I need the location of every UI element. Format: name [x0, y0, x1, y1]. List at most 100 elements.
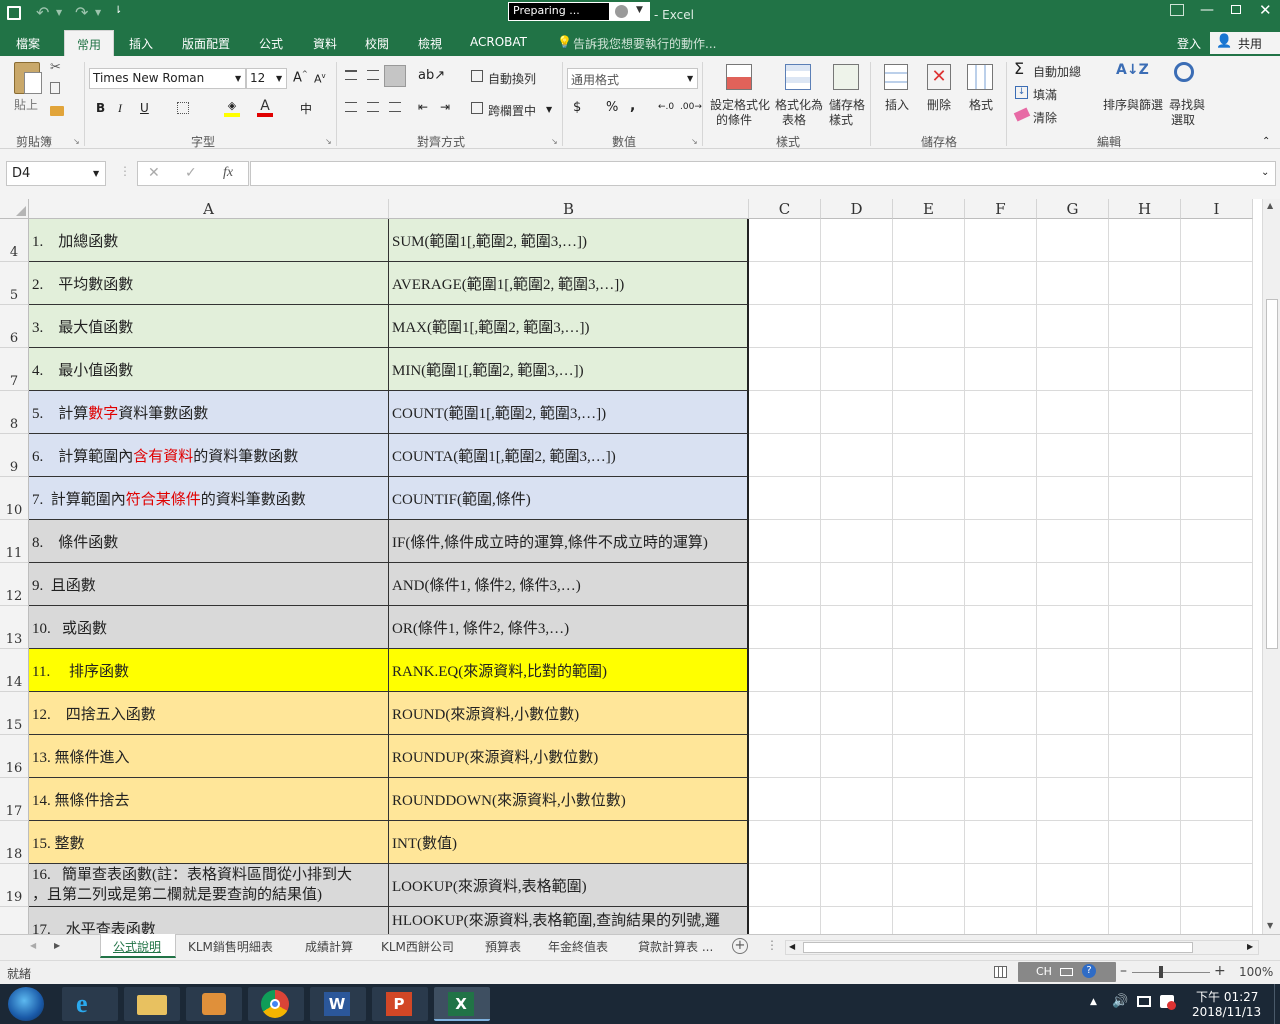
- zoom-level[interactable]: 100%: [1239, 965, 1273, 979]
- cell-a[interactable]: 1. 加總函數: [29, 219, 389, 262]
- sort-filter-button[interactable]: 排序與篩選: [1103, 96, 1163, 113]
- cell-empty[interactable]: [1181, 606, 1253, 649]
- cell-empty[interactable]: [965, 864, 1037, 907]
- row-header[interactable]: 6: [0, 305, 29, 348]
- comma-icon[interactable]: ,: [630, 98, 635, 114]
- column-header-e[interactable]: E: [893, 199, 965, 219]
- cell-b[interactable]: HLOOKUP(來源資料,表格範圍,查詢結果的列號,邏: [389, 907, 749, 934]
- clipboard-launcher-icon[interactable]: ↘: [73, 137, 80, 146]
- cell-a[interactable]: 7. 計算範圍內符合某條件的資料筆數函數: [29, 477, 389, 520]
- cell-empty[interactable]: [893, 907, 965, 934]
- cell-empty[interactable]: [965, 219, 1037, 262]
- redo-icon[interactable]: ↷: [75, 3, 88, 22]
- cell-empty[interactable]: [1037, 262, 1109, 305]
- cell-a[interactable]: 13. 無條件進入: [29, 735, 389, 778]
- cell-empty[interactable]: [749, 305, 821, 348]
- cell-empty[interactable]: [1037, 520, 1109, 563]
- cell-a[interactable]: 15. 整數: [29, 821, 389, 864]
- zoom-in-icon[interactable]: +: [1214, 963, 1226, 979]
- clear-button[interactable]: 清除: [1033, 109, 1057, 126]
- zoom-slider-track[interactable]: [1132, 972, 1210, 973]
- cell-empty[interactable]: [1181, 563, 1253, 606]
- cell-empty[interactable]: [821, 735, 893, 778]
- cell-empty[interactable]: [749, 262, 821, 305]
- sheet-tab[interactable]: 貸款計算表 ...: [638, 938, 713, 955]
- increase-decimal-icon[interactable]: ←.0: [658, 102, 674, 112]
- help-icon[interactable]: ?: [1082, 964, 1096, 978]
- cell-empty[interactable]: [821, 563, 893, 606]
- phonetic-icon[interactable]: 中: [300, 100, 312, 117]
- format-cells-icon[interactable]: [967, 64, 993, 90]
- cell-empty[interactable]: [965, 348, 1037, 391]
- cell-a[interactable]: 9. 且函數: [29, 563, 389, 606]
- cell-empty[interactable]: [1181, 219, 1253, 262]
- cell-a[interactable]: 11. 排序函數: [29, 649, 389, 692]
- cell-empty[interactable]: [965, 477, 1037, 520]
- row-header[interactable]: 16: [0, 735, 29, 778]
- row-header[interactable]: 15: [0, 692, 29, 735]
- cell-empty[interactable]: [965, 391, 1037, 434]
- cell-empty[interactable]: [893, 778, 965, 821]
- tab-view[interactable]: 檢視: [418, 35, 442, 52]
- restore-icon[interactable]: [1231, 5, 1241, 14]
- cell-empty[interactable]: [1109, 778, 1181, 821]
- column-header-f[interactable]: F: [965, 199, 1037, 219]
- split-dots-icon[interactable]: ⋮: [766, 938, 778, 952]
- cell-empty[interactable]: [965, 563, 1037, 606]
- underline-icon[interactable]: U: [140, 101, 149, 115]
- number-launcher-icon[interactable]: ↘: [691, 137, 698, 146]
- cut-icon[interactable]: ✂: [50, 60, 61, 75]
- sheet-tab[interactable]: KLM銷售明細表: [188, 938, 273, 955]
- italic-icon[interactable]: I: [118, 101, 122, 116]
- normal-view-icon[interactable]: [994, 966, 1007, 978]
- tray-expand-icon[interactable]: ▲: [1090, 997, 1097, 1007]
- cell-empty[interactable]: [965, 692, 1037, 735]
- cell-empty[interactable]: [1109, 477, 1181, 520]
- eraser-icon[interactable]: [1013, 107, 1031, 122]
- delete-cells-icon[interactable]: ✕: [927, 64, 951, 90]
- cell-b[interactable]: COUNT(範圍1[,範圍2, 範圍3,…]): [389, 391, 749, 434]
- row-header[interactable]: 8: [0, 391, 29, 434]
- cell-empty[interactable]: [749, 692, 821, 735]
- cell-b[interactable]: INT(數值): [389, 821, 749, 864]
- font-name-select[interactable]: Times New Roman ▼: [89, 68, 246, 89]
- cell-empty[interactable]: [893, 391, 965, 434]
- cell-b[interactable]: ROUNDDOWN(來源資料,小數位數): [389, 778, 749, 821]
- cell-empty[interactable]: [1037, 821, 1109, 864]
- tab-insert[interactable]: 插入: [129, 35, 153, 52]
- tell-me-search[interactable]: 告訴我您想要執行的動作...: [573, 35, 716, 52]
- row-header[interactable]: 17: [0, 778, 29, 821]
- merge-center-icon[interactable]: [471, 102, 483, 114]
- cell-empty[interactable]: [1109, 907, 1181, 934]
- cell-empty[interactable]: [965, 606, 1037, 649]
- clock-time[interactable]: 下午 01:27: [1196, 988, 1258, 1005]
- cell-empty[interactable]: [749, 520, 821, 563]
- row-header[interactable]: 13: [0, 606, 29, 649]
- cell-empty[interactable]: [1109, 391, 1181, 434]
- tab-acrobat[interactable]: ACROBAT: [470, 35, 527, 49]
- scroll-thumb[interactable]: [1266, 299, 1278, 649]
- column-header-d[interactable]: D: [821, 199, 893, 219]
- cell-empty[interactable]: [1109, 692, 1181, 735]
- cell-empty[interactable]: [1037, 778, 1109, 821]
- clock-date[interactable]: 2018/11/13: [1192, 1005, 1261, 1019]
- sheet-tab-active[interactable]: 公式說明: [100, 934, 176, 958]
- cell-a[interactable]: 10. 或函數: [29, 606, 389, 649]
- cell-empty[interactable]: [965, 520, 1037, 563]
- number-format-select[interactable]: 通用格式 ▼: [567, 68, 698, 89]
- close-icon[interactable]: ✕: [1259, 1, 1272, 19]
- tab-file[interactable]: 檔案: [16, 35, 40, 52]
- conditional-format-icon[interactable]: [726, 64, 752, 90]
- bold-icon[interactable]: B: [96, 101, 105, 115]
- cell-empty[interactable]: [965, 778, 1037, 821]
- cell-empty[interactable]: [893, 219, 965, 262]
- cell-a[interactable]: 8. 條件函數: [29, 520, 389, 563]
- cell-empty[interactable]: [1109, 262, 1181, 305]
- collapse-ribbon-icon[interactable]: ⌃: [1262, 136, 1270, 147]
- magnifier-icon[interactable]: [1174, 62, 1194, 82]
- file-explorer-icon[interactable]: [124, 987, 180, 1021]
- cell-a[interactable]: 6. 計算範圍內含有資料的資料筆數函數: [29, 434, 389, 477]
- insert-cells-icon[interactable]: [884, 64, 908, 90]
- cell-empty[interactable]: [965, 305, 1037, 348]
- cell-empty[interactable]: [1181, 735, 1253, 778]
